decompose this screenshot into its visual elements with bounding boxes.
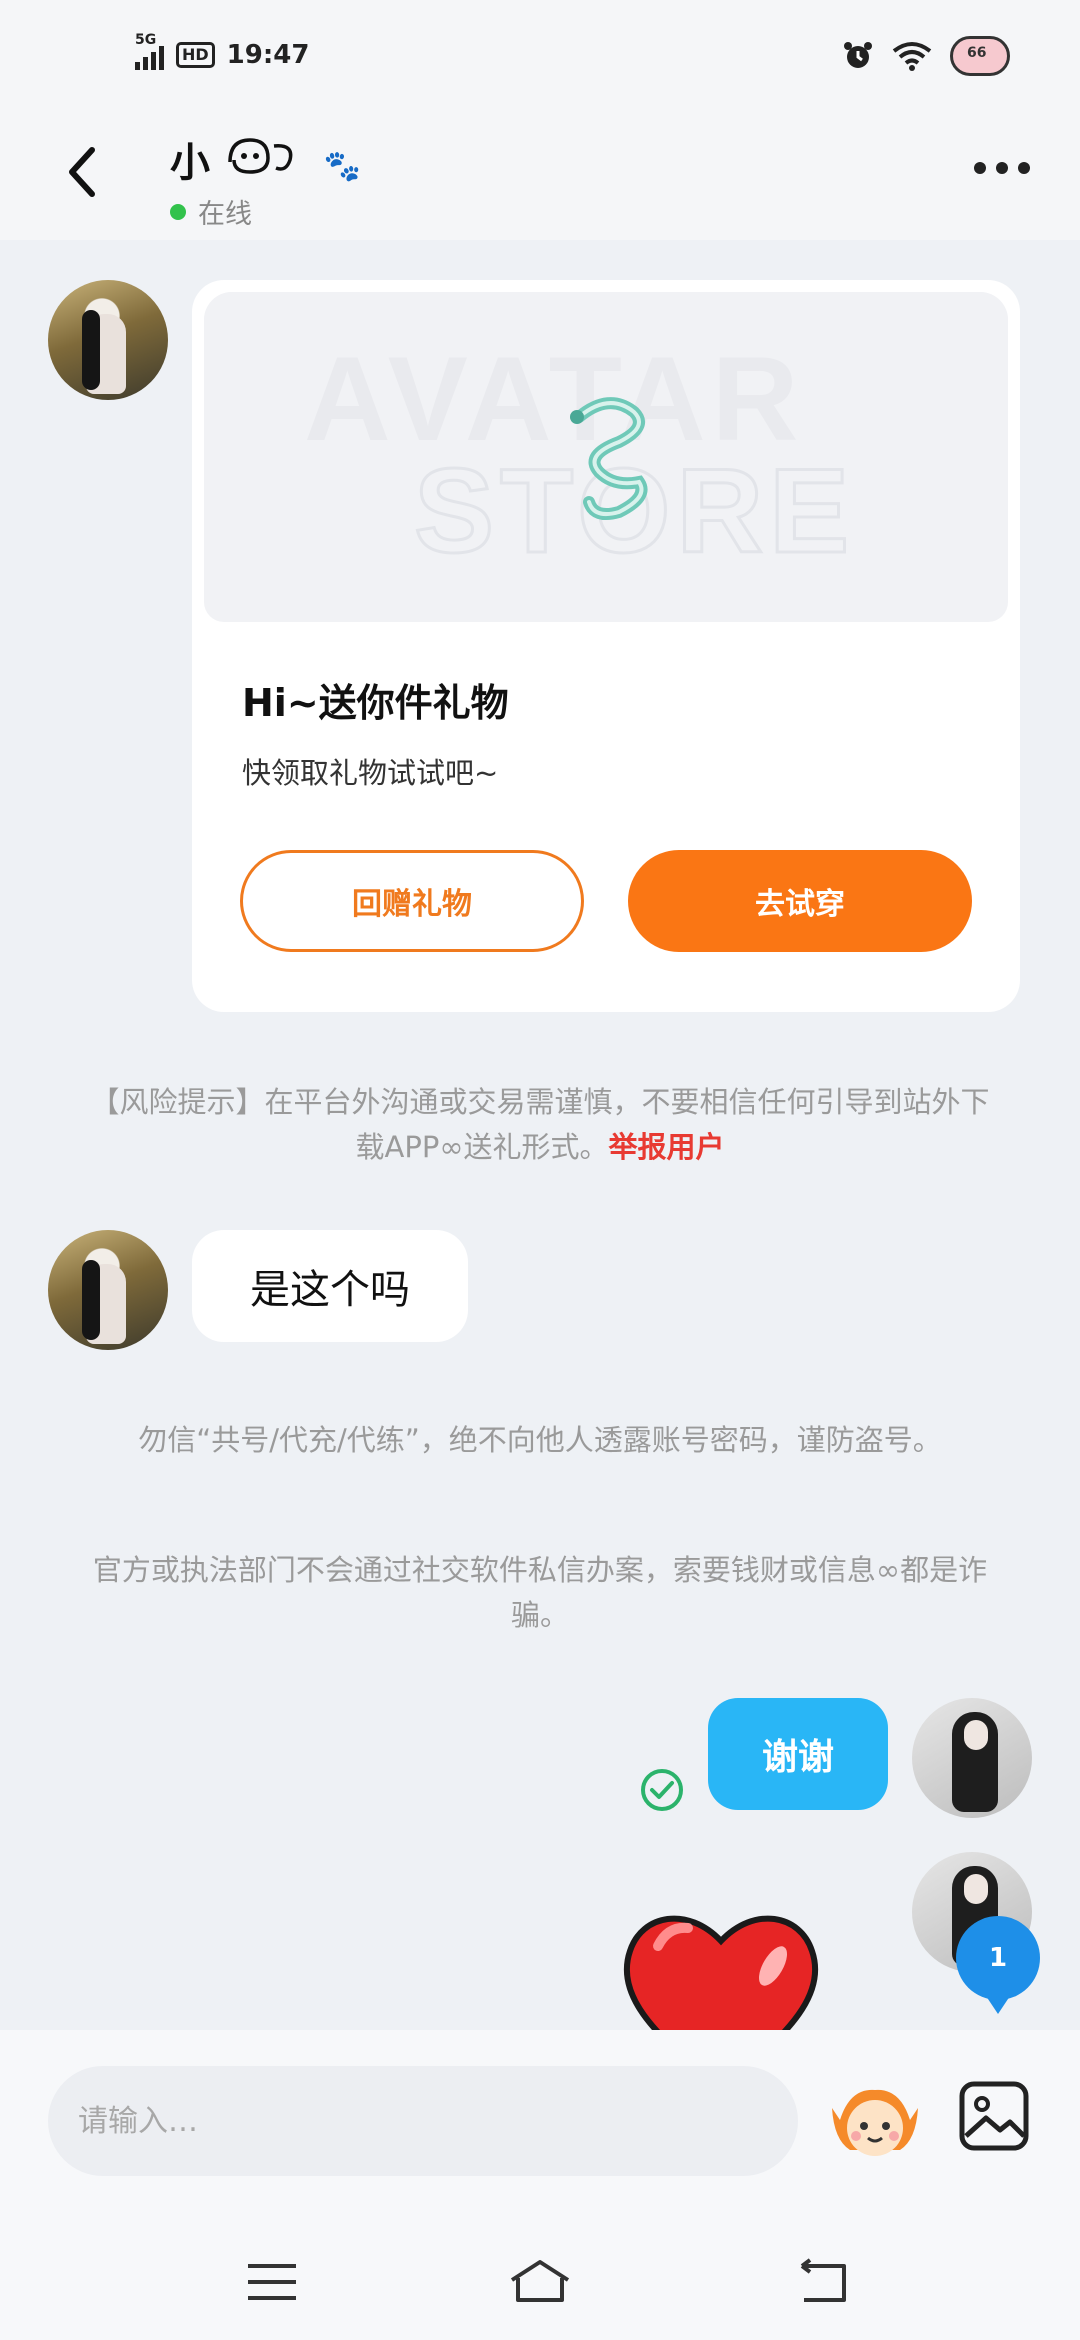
wifi-icon [892,42,932,71]
gift-banner: AVATAR STORE [204,292,1008,896]
hd-badge: HD [176,42,215,68]
chat-header: 小 🐾 在线 [0,120,1080,240]
status-time: 19:47 [226,40,310,70]
unread-badge[interactable]: 1 [956,1916,1040,2014]
input-bar [0,2030,1080,2230]
risk-notice: 【风险提示】在平台外沟通或交易需谨慎，不要相信任何引导到站外下载APP∞送礼形式… [90,1080,990,1170]
outgoing-message-bubble[interactable]: 谢谢 [708,1698,888,1810]
gift-banner-image: AVATAR STORE [204,292,1008,622]
status-bar: 5G HD 19:47 66 [0,0,1080,120]
status-right: 66 [842,36,1010,76]
gift-card[interactable]: AVATAR STORE Hi~送你件礼物 快领取礼物试试吧~ 回赠礼物 去试穿 [192,280,1020,1012]
fraud-warning-1: 勿信“共号/代充/代练”，绝不向他人透露账号密码，谨防盗号。 [138,1423,942,1457]
chat-title-text: 小 [170,140,210,186]
dragon-gift-icon [570,397,648,520]
home-icon[interactable] [508,2250,572,2314]
battery-icon: 66 [950,36,1010,76]
back-nav-icon[interactable] [790,2250,854,2314]
risk-notice-text: 【风险提示】在平台外沟通或交易需谨慎，不要相信任何引导到站外下载APP∞送礼形式… [90,1085,990,1164]
cat-face-icon [228,138,293,174]
alarm-icon [844,42,872,68]
online-status-text: 在线 [198,199,252,230]
online-dot [170,203,186,220]
gift-title: Hi~送你件礼物 [242,681,509,725]
paw-icon: 🐾 [323,149,362,184]
gift-subtitle: 快领取礼物试试吧~ [242,756,499,790]
heart-sticker-icon[interactable] [618,1896,824,2030]
network-type: 5G [135,32,157,48]
return-gift-button[interactable]: 回赠礼物 [240,850,584,952]
try-on-button[interactable]: 去试穿 [628,850,972,952]
contact-avatar[interactable] [48,280,168,400]
chat-title: 小 🐾 [170,130,361,188]
more-options-button[interactable] [974,162,1030,174]
contact-avatar[interactable] [48,1230,168,1350]
status-left: 5G HD 19:47 [135,32,310,70]
fraud-warning-2: 官方或执法部门不会通过社交软件私信办案，索要钱财或信息∞都是诈骗。 [92,1553,988,1632]
read-check-icon [641,1769,683,1811]
battery-level: 66 [967,45,987,61]
message-input[interactable] [48,2066,798,2176]
online-status: 在线 [170,192,252,231]
signal-icon: 5G [135,32,164,70]
back-button[interactable] [60,142,110,202]
image-picker-icon[interactable] [958,2080,1030,2152]
incoming-message-bubble[interactable]: 是这个吗 [192,1230,468,1342]
menu-icon[interactable] [240,2250,304,2314]
my-avatar[interactable] [912,1698,1032,1818]
report-user-link[interactable]: 举报用户 [608,1130,724,1164]
emoji-sticker-icon[interactable] [830,2080,920,2164]
system-nav-bar [0,2230,1080,2340]
